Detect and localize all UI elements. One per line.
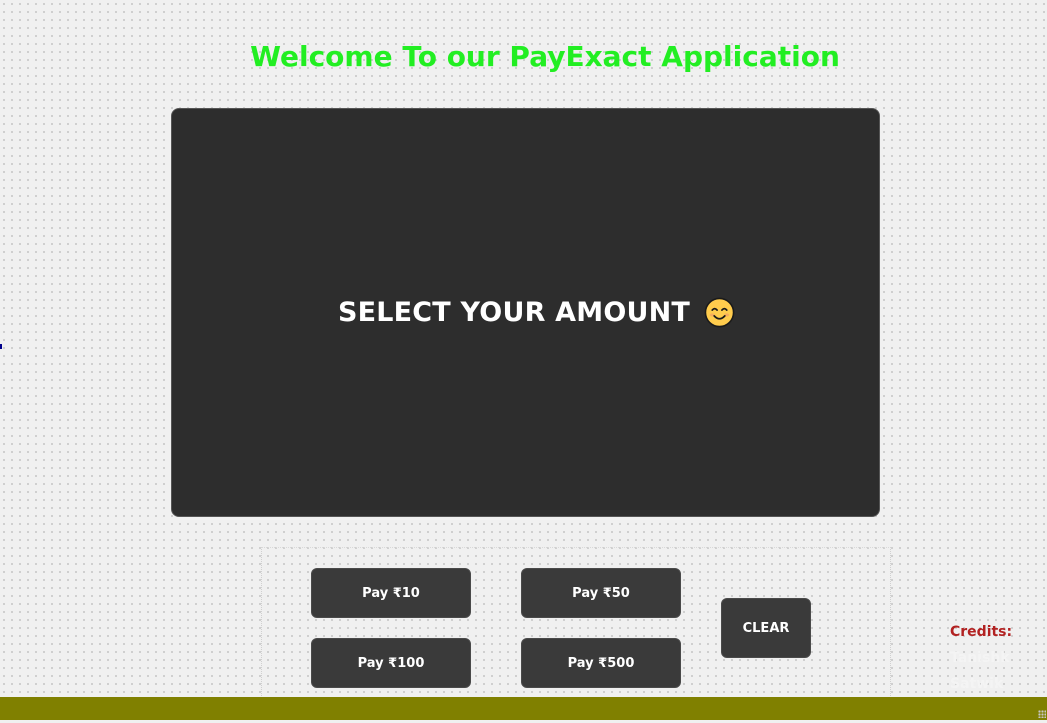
pay-500-button[interactable]: Pay ₹500 [521, 638, 681, 688]
button-area: Pay ₹10 Pay ₹50 Pay ₹100 Pay ₹500 CLEAR [261, 547, 891, 698]
credit-name: Tanishk [950, 650, 1010, 666]
amount-display-panel: SELECT YOUR AMOUNT [171, 108, 880, 517]
smiling-face-icon [704, 297, 735, 328]
pay-100-button[interactable]: Pay ₹100 [311, 638, 471, 688]
page-title: Welcome To our PayExact Application [250, 40, 840, 73]
display-message: SELECT YOUR AMOUNT [338, 297, 735, 328]
resize-grip-icon[interactable] [1038, 710, 1046, 718]
left-edge-marker [0, 344, 2, 349]
clear-button[interactable]: CLEAR [721, 598, 811, 658]
credits-label: Credits: [950, 624, 1013, 640]
display-text: SELECT YOUR AMOUNT [337, 297, 691, 328]
pay-50-button[interactable]: Pay ₹50 [521, 568, 681, 618]
footer-bar [0, 697, 1047, 720]
pay-10-button[interactable]: Pay ₹10 [311, 568, 471, 618]
